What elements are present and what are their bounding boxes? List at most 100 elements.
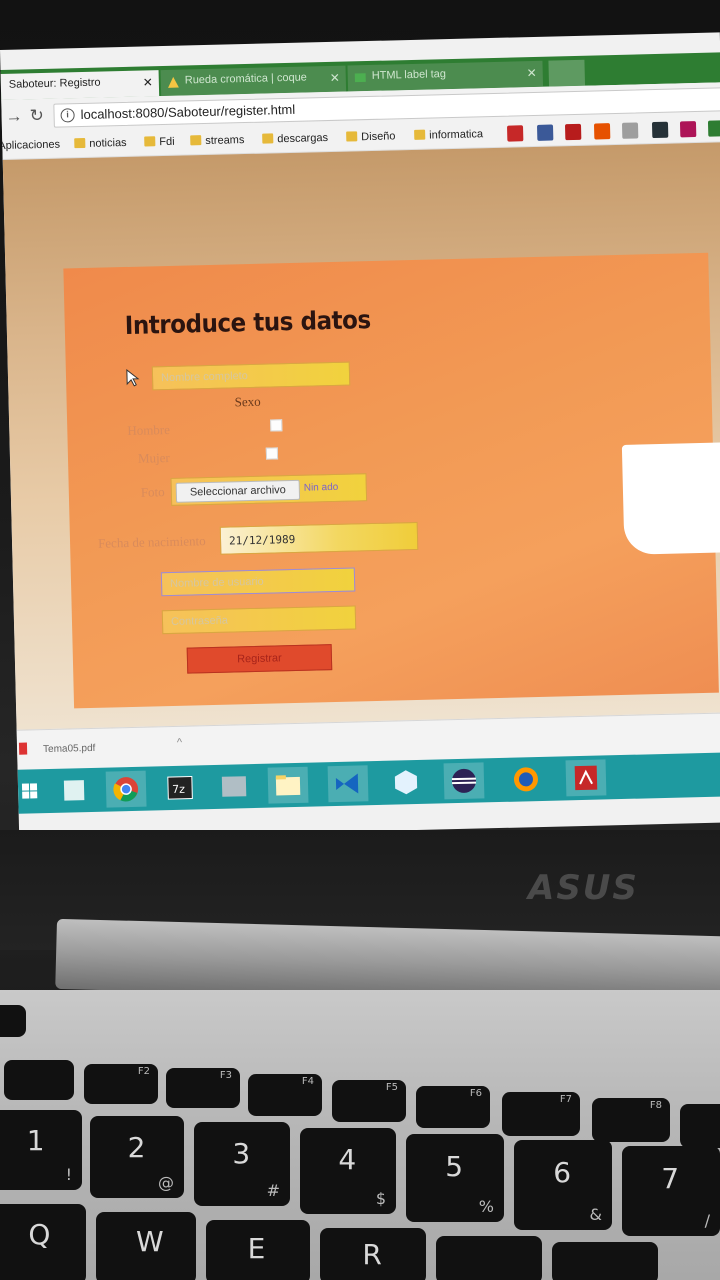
fullname-input[interactable]: Nombre completo <box>151 361 351 391</box>
key-f3[interactable]: F3 <box>166 1068 240 1108</box>
youtube-icon[interactable] <box>506 125 524 142</box>
key-f1[interactable] <box>4 1060 74 1100</box>
acrobat-icon[interactable] <box>565 759 607 797</box>
male-radio[interactable] <box>270 419 283 432</box>
birthdate-input[interactable]: 21/12/1989 <box>219 521 419 555</box>
page-viewport: Introduce tus datos Nombre completo Sexo… <box>2 141 720 730</box>
tab-title: HTML label tag <box>371 68 447 82</box>
tab-title: Rueda cromática | coque <box>184 71 308 87</box>
key-f5[interactable]: F5 <box>332 1080 406 1122</box>
gmail-icon[interactable] <box>621 122 639 139</box>
key-f9[interactable] <box>680 1104 720 1148</box>
tab-saboteur-registro[interactable]: Saboteur: Registro ✕ <box>0 70 160 100</box>
password-input[interactable]: Contraseña <box>161 605 357 635</box>
key-esc[interactable] <box>0 1005 26 1037</box>
file-explorer-icon[interactable] <box>267 766 309 804</box>
key-6[interactable]: 6 & <box>514 1140 612 1230</box>
bookmark-diseno[interactable]: Diseño <box>346 130 396 143</box>
virtualbox-icon[interactable] <box>386 764 427 801</box>
drive-icon[interactable] <box>651 121 669 139</box>
key-f6[interactable]: F6 <box>416 1086 490 1128</box>
triangle-logo-icon <box>168 76 179 88</box>
firefox-icon[interactable] <box>506 761 547 798</box>
key-f7[interactable]: F7 <box>502 1092 580 1136</box>
forward-arrow-icon[interactable]: → <box>5 106 22 126</box>
bookmark-label: Aplicaciones <box>0 138 61 153</box>
w3-logo-icon <box>354 73 366 83</box>
folder-icon <box>74 137 86 149</box>
folder-icon <box>190 135 202 146</box>
eclipse-icon[interactable] <box>443 762 485 800</box>
chevron-up-icon[interactable]: ^ <box>177 737 182 749</box>
bookmark-app-icon[interactable] <box>679 121 697 138</box>
folder-icon <box>262 133 274 144</box>
key-5[interactable]: 5% <box>406 1134 504 1222</box>
key-4[interactable]: 4 $ <box>300 1128 396 1214</box>
key-7[interactable]: 7/ <box>622 1146 720 1236</box>
windows-start-icon[interactable] <box>18 773 59 810</box>
screen-glare <box>621 441 720 555</box>
birthdate-label: Fecha de nacimiento <box>97 533 206 551</box>
folder-icon <box>414 129 426 140</box>
choose-file-button[interactable]: Seleccionar archivo <box>175 479 301 503</box>
close-icon[interactable]: ✕ <box>526 66 536 80</box>
reload-icon[interactable]: ↻ <box>29 106 44 126</box>
bookmark-informatica[interactable]: informatica <box>414 128 483 142</box>
svg-text:7z: 7z <box>172 783 185 796</box>
taskview-icon[interactable] <box>54 772 95 809</box>
file-status-text: Nin ado <box>303 481 339 494</box>
bookmark-noticias[interactable]: noticias <box>74 137 127 150</box>
key-f4[interactable]: F4 <box>248 1074 322 1116</box>
key-3[interactable]: 3 # <box>194 1122 290 1206</box>
close-icon[interactable]: ✕ <box>143 75 153 89</box>
register-button[interactable]: Registrar <box>186 644 333 674</box>
photo-label: Foto <box>140 484 165 500</box>
bookmark-streams[interactable]: streams <box>190 134 245 148</box>
7zip-icon[interactable]: 7z <box>160 769 201 806</box>
bookmark-label: descargas <box>277 132 329 146</box>
new-tab-button[interactable] <box>548 59 586 87</box>
bookmark-label: streams <box>205 134 245 148</box>
key-f2[interactable]: F2 <box>84 1064 158 1104</box>
female-radio[interactable] <box>265 447 279 460</box>
key-2[interactable]: 2 @ <box>90 1116 184 1198</box>
brand-logo: ASUS <box>528 868 639 908</box>
key-f8[interactable]: F8 <box>592 1098 670 1142</box>
bookmark-app-icon[interactable] <box>593 123 611 140</box>
chrome-icon[interactable] <box>105 770 147 808</box>
url-text: localhost:8080/Saboteur/register.html <box>80 101 296 123</box>
whatsapp-icon[interactable] <box>707 120 720 137</box>
folder-icon <box>346 131 358 142</box>
close-icon[interactable]: ✕ <box>330 71 340 85</box>
laptop-screen: Saboteur: Registro ✕ Rueda cromática | c… <box>0 32 720 840</box>
tab-title: Saboteur: Registro <box>8 76 101 91</box>
photo-scene: Saboteur: Registro ✕ Rueda cromática | c… <box>0 0 720 1280</box>
female-label: Mujer <box>137 449 170 466</box>
username-input[interactable]: Nombre de usuario <box>160 567 356 597</box>
netflix-icon[interactable] <box>564 123 582 141</box>
key-t[interactable] <box>436 1236 542 1280</box>
download-item[interactable]: Tema05.pdf <box>43 743 96 755</box>
folder-icon <box>144 136 156 147</box>
register-form: Introduce tus datos Nombre completo Sexo… <box>63 252 719 709</box>
bookmark-fdi[interactable]: Fdi <box>144 136 175 149</box>
pdf-icon <box>18 742 28 755</box>
info-icon[interactable]: i <box>60 108 75 123</box>
key-q[interactable]: Q <box>0 1204 86 1280</box>
bookmark-aplicaciones[interactable]: Aplicaciones <box>0 139 60 153</box>
page-title: Introduce tus datos <box>124 305 372 341</box>
facebook-icon[interactable] <box>536 124 554 141</box>
visual-studio-icon[interactable] <box>327 765 369 803</box>
mouse-pointer-icon <box>126 368 140 387</box>
photo-file-input[interactable]: Seleccionar archivo Nin ado <box>170 473 368 506</box>
bookmark-descargas[interactable]: descargas <box>262 132 328 146</box>
bookmark-label: Diseño <box>361 130 396 144</box>
key-1[interactable]: 1! <box>0 1110 82 1190</box>
key-w[interactable]: W <box>96 1212 196 1280</box>
key-y[interactable] <box>552 1242 658 1280</box>
male-label: Hombre <box>127 421 171 439</box>
key-e[interactable]: E <box>206 1220 310 1280</box>
key-r[interactable]: R <box>320 1228 426 1280</box>
bookmark-label: noticias <box>89 136 127 150</box>
app-icon[interactable] <box>214 768 255 805</box>
